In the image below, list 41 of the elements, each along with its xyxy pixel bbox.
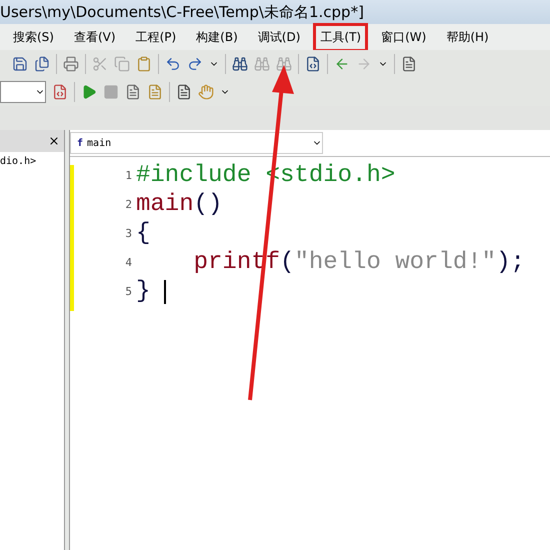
- menu-item[interactable]: 窗口(W): [374, 22, 434, 52]
- document-icon[interactable]: [52, 84, 68, 100]
- line-number: 1: [124, 169, 133, 182]
- dropdown-field[interactable]: [0, 81, 46, 103]
- binoculars-icon[interactable]: [276, 56, 292, 72]
- menu-item[interactable]: 工程(P): [128, 22, 184, 52]
- menu-item[interactable]: 调试(D): [250, 22, 308, 52]
- code-text: }: [136, 278, 150, 305]
- back-icon[interactable]: [334, 56, 350, 72]
- hand-icon[interactable]: [198, 84, 214, 100]
- code-text: "hello world!": [294, 249, 496, 276]
- line-number: 2: [124, 198, 133, 211]
- document-icon[interactable]: [176, 84, 192, 100]
- line-number: 5: [124, 285, 133, 298]
- menu-item[interactable]: 查看(V): [66, 22, 123, 52]
- save-all-icon[interactable]: [34, 56, 50, 72]
- function-icon: f: [77, 138, 84, 148]
- code-text: main: [136, 191, 194, 218]
- function-dropdown[interactable]: f main: [70, 132, 323, 154]
- menu-item[interactable]: 搜索(S): [6, 22, 61, 52]
- code-text: );: [496, 249, 525, 276]
- code-text: (: [280, 249, 294, 276]
- binoculars-icon[interactable]: [232, 56, 248, 72]
- document-icon[interactable]: [401, 56, 417, 72]
- print-icon[interactable]: [63, 56, 79, 72]
- code-text: {: [136, 220, 150, 247]
- document-icon[interactable]: [125, 84, 141, 100]
- save-icon[interactable]: [12, 56, 28, 72]
- menu-item[interactable]: 构建(B): [189, 22, 245, 52]
- menu-item[interactable]: 帮助(H): [439, 22, 496, 52]
- document-icon[interactable]: [305, 56, 321, 72]
- line-number: 3: [124, 227, 133, 240]
- close-icon[interactable]: [48, 135, 60, 147]
- window-title: Users\my\Documents\C-Free\Temp\未命名1.cpp*]: [0, 2, 364, 22]
- code-text: (): [194, 191, 222, 218]
- paste-icon[interactable]: [136, 56, 152, 72]
- redo-icon[interactable]: [187, 56, 203, 72]
- line-number: 4: [124, 256, 133, 269]
- run-icon[interactable]: [81, 84, 97, 100]
- tree-item[interactable]: dio.h>: [0, 152, 64, 171]
- undo-icon[interactable]: [165, 56, 181, 72]
